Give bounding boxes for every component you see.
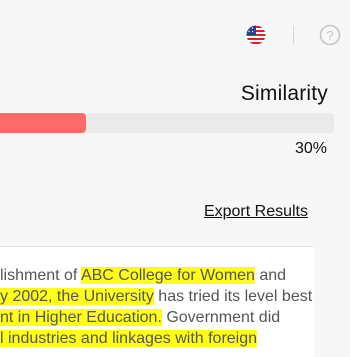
highlighted-text: l industries and linkages with foreign: [0, 330, 258, 347]
highlighted-text: nt in Higher Education.: [0, 309, 162, 326]
header-divider: [293, 26, 294, 44]
similarity-percent: 30%: [294, 140, 327, 157]
plain-text: Government did: [161, 309, 281, 326]
text-line: nt in Higher Education. Government did: [0, 307, 312, 328]
similarity-title: Similarity: [240, 82, 328, 105]
export-results-link[interactable]: Export Results: [204, 203, 308, 221]
top-bar: ?: [0, 0, 350, 68]
similarity-progress-bar: [0, 113, 334, 133]
highlighted-text: y 2002, the University: [0, 288, 154, 305]
text-line: lishment of ABC College for Women and: [0, 265, 312, 286]
text-line: y 2002, the University has tried its lev…: [0, 286, 312, 307]
us-flag-icon[interactable]: [246, 25, 266, 45]
question-circle-icon[interactable]: ?: [319, 24, 341, 46]
highlighted-text: ABC College for Women: [80, 267, 255, 284]
svg-text:?: ?: [326, 28, 333, 43]
text-line: l industries and linkages with foreign: [0, 328, 312, 349]
plain-text: and: [254, 267, 287, 284]
plain-text: has tried its level best: [153, 288, 313, 305]
similarity-progress-fill: [0, 113, 86, 133]
plain-text: lishment of: [0, 267, 81, 284]
document-text: lishment of ABC College for Women and y 2…: [0, 265, 312, 349]
document-text-panel: lishment of ABC College for Women and y 2…: [0, 246, 314, 357]
